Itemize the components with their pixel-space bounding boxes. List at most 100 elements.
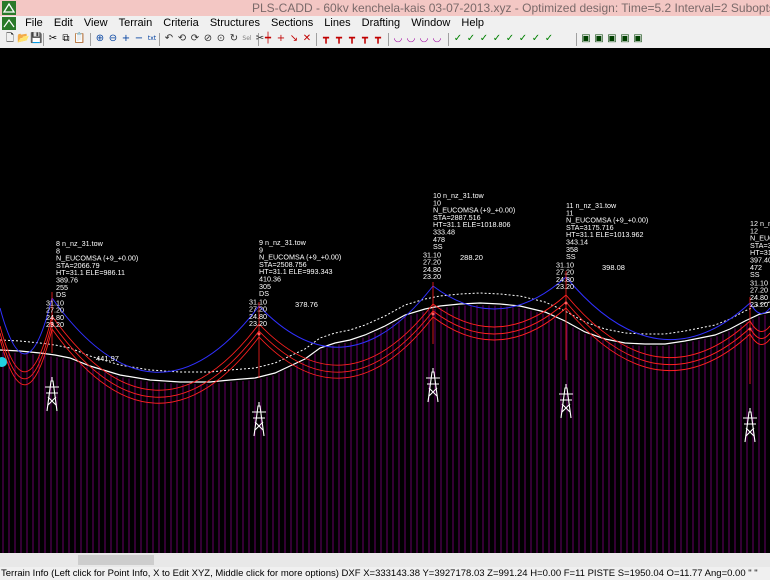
- span-length-label: 398.08: [602, 263, 625, 272]
- move-structure-icon[interactable]: ↘: [288, 33, 300, 45]
- menu-lines[interactable]: Lines: [320, 16, 354, 31]
- menu-view[interactable]: View: [80, 16, 112, 31]
- view-1-icon[interactable]: ▣: [580, 33, 592, 45]
- conductor-wire: [51, 322, 260, 398]
- title-bar: PLS-CADD - 60kv kenchela-kais 03-07-2013…: [0, 0, 770, 16]
- conductor-wire: [565, 307, 751, 372]
- toolbar-separator: [159, 33, 160, 46]
- menu-bar: File Edit View Terrain Criteria Structur…: [0, 16, 770, 31]
- lattice-tower-icon: [252, 402, 266, 437]
- check-5-icon[interactable]: ✓: [504, 33, 516, 45]
- copy-icon[interactable]: ⧉: [60, 33, 72, 45]
- rotate-icon[interactable]: ⟲: [176, 33, 188, 45]
- text-icon[interactable]: txt: [146, 33, 158, 45]
- structure-label-line: 11 n_nz_31.tow: [566, 201, 617, 210]
- shield-wire: [0, 297, 53, 355]
- attachment-point: [257, 332, 261, 336]
- view-4-icon[interactable]: ▣: [619, 33, 631, 45]
- check-6-icon[interactable]: ✓: [517, 33, 529, 45]
- shield-wire: [51, 297, 260, 373]
- cut-icon[interactable]: ✂: [47, 33, 59, 45]
- structure-5-icon[interactable]: ┳: [372, 33, 384, 45]
- structure-1-icon[interactable]: ┳: [320, 33, 332, 45]
- scroll-thumb[interactable]: [78, 555, 154, 565]
- sag-1-icon[interactable]: ◡: [392, 33, 404, 45]
- menu-window[interactable]: Window: [407, 16, 454, 31]
- view-5-icon[interactable]: ▣: [632, 33, 644, 45]
- menu-help[interactable]: Help: [457, 16, 488, 31]
- lattice-tower-icon: [426, 368, 440, 403]
- toolbar-separator: [43, 33, 44, 46]
- delete-structure-icon[interactable]: ✕: [301, 33, 313, 45]
- menu-criteria[interactable]: Criteria: [159, 16, 202, 31]
- attachment-point: [431, 312, 435, 316]
- conductor-wire: [258, 310, 434, 373]
- span-length-label: 378.76: [295, 300, 318, 309]
- toolbar: 🗋 📂 💾 ✂ ⧉ 📋 ⊕ ⊖ + − txt ↶ ⟲ ⟳ ⊘ ⊙ ↻ Sel ✂ ┿ + ↘ ✕ ┳ ┳ ┳ ┳ ┳ ◡ ◡ ◡ ◡ ✓ ✓ ✓ ✓…: [0, 31, 770, 49]
- menu-edit[interactable]: Edit: [50, 16, 77, 31]
- document-icon[interactable]: [2, 17, 16, 30]
- structure-3-icon[interactable]: ┳: [346, 33, 358, 45]
- attachment-height-label: 23.20: [423, 272, 441, 281]
- check-3-icon[interactable]: ✓: [478, 33, 490, 45]
- save-icon[interactable]: 💾: [30, 33, 42, 45]
- attachment-height-label: 23.20: [46, 320, 64, 329]
- sag-2-icon[interactable]: ◡: [405, 33, 417, 45]
- conductor-wire: [565, 294, 751, 359]
- toolbar-separator: [576, 33, 577, 46]
- window-title: PLS-CADD - 60kv kenchela-kais 03-07-2013…: [252, 1, 770, 15]
- select-icon[interactable]: Sel: [241, 33, 253, 45]
- attachment-height-label: 23.20: [556, 282, 574, 291]
- toolbar-separator: [90, 33, 91, 46]
- span-length-label: 288.20: [460, 253, 483, 262]
- span-length-label: 441.97: [96, 354, 119, 363]
- open-icon[interactable]: 📂: [17, 33, 29, 45]
- ground-profile: [0, 302, 770, 383]
- status-bar: Terrain Info (Left click for Point Info,…: [0, 567, 770, 580]
- menu-file[interactable]: File: [21, 16, 47, 31]
- profile-drawing[interactable]: 8 n_nz_31.tow8N_EUCOMSA (+9_+0.00)STA=20…: [0, 48, 770, 553]
- orbit-icon[interactable]: ⊘: [202, 33, 214, 45]
- attachment-height-label: 23.20: [750, 300, 768, 309]
- menu-terrain[interactable]: Terrain: [115, 16, 157, 31]
- menu-sections[interactable]: Sections: [267, 16, 317, 31]
- new-icon[interactable]: 🗋: [4, 33, 16, 45]
- refresh-icon[interactable]: ↻: [228, 33, 240, 45]
- insert-structure-icon[interactable]: ┿: [262, 33, 274, 45]
- conductor-wire: [258, 303, 434, 366]
- paste-icon[interactable]: 📋: [73, 33, 85, 45]
- profile-view[interactable]: 8 n_nz_31.tow 8 N_EUCOMSA (+9_+0.00) STA=20…: [0, 48, 770, 553]
- menu-drafting[interactable]: Drafting: [358, 16, 405, 31]
- horizontal-scrollbar[interactable]: [0, 553, 770, 567]
- check-8-icon[interactable]: ✓: [543, 33, 555, 45]
- redo-icon[interactable]: ⟳: [189, 33, 201, 45]
- sag-4-icon[interactable]: ◡: [431, 33, 443, 45]
- conductor-wire: [51, 315, 260, 391]
- structure-2-icon[interactable]: ┳: [333, 33, 345, 45]
- pan-icon[interactable]: ⊙: [215, 33, 227, 45]
- attachment-point: [564, 301, 568, 305]
- check-7-icon[interactable]: ✓: [530, 33, 542, 45]
- structure-4-icon[interactable]: ┳: [359, 33, 371, 45]
- lattice-tower-icon: [743, 408, 757, 443]
- zoom-minus-icon[interactable]: −: [133, 33, 145, 45]
- app-icon: [2, 1, 16, 15]
- structure-label-line: 9 n_nz_31.tow: [259, 238, 307, 247]
- attachment-height-label: 23.20: [249, 319, 267, 328]
- toolbar-separator: [316, 33, 317, 46]
- conductor-wire: [258, 316, 434, 379]
- menu-structures[interactable]: Structures: [206, 16, 264, 31]
- rotate-left-icon[interactable]: ↶: [163, 33, 175, 45]
- add-point-icon[interactable]: +: [275, 33, 287, 45]
- check-1-icon[interactable]: ✓: [452, 33, 464, 45]
- view-3-icon[interactable]: ▣: [606, 33, 618, 45]
- check-4-icon[interactable]: ✓: [491, 33, 503, 45]
- zoom-in-icon[interactable]: ⊕: [94, 33, 106, 45]
- toolbar-separator: [388, 33, 389, 46]
- view-2-icon[interactable]: ▣: [593, 33, 605, 45]
- check-2-icon[interactable]: ✓: [465, 33, 477, 45]
- sag-3-icon[interactable]: ◡: [418, 33, 430, 45]
- shield-wire: [258, 285, 434, 348]
- zoom-plus-icon[interactable]: +: [120, 33, 132, 45]
- zoom-out-icon[interactable]: ⊖: [107, 33, 119, 45]
